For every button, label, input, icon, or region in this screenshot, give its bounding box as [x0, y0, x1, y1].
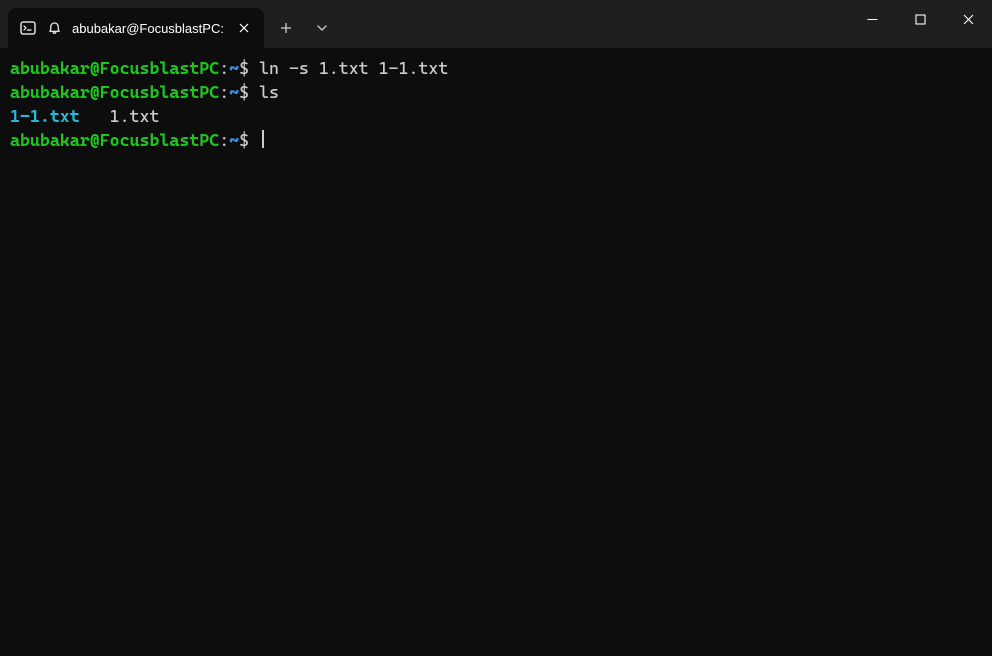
terminal-tab[interactable]: abubakar@FocusblastPC: [8, 8, 264, 48]
prompt-colon: : [219, 82, 229, 102]
cursor [262, 130, 264, 148]
prompt-path: ~ [229, 130, 239, 150]
tab-title: abubakar@FocusblastPC: [72, 21, 224, 36]
terminal-icon [20, 20, 36, 36]
prompt-path: ~ [229, 82, 239, 102]
prompt-dollar: $ [239, 130, 249, 150]
command-text: ls [259, 82, 279, 102]
prompt-colon: : [219, 130, 229, 150]
minimize-button[interactable] [848, 0, 896, 48]
prompt-dollar: $ [239, 58, 249, 78]
prompt-user: abubakar@FocusblastPC [10, 58, 219, 78]
prompt-path: ~ [229, 58, 239, 78]
terminal-line: abubakar@FocusblastPC:~$ ls [10, 80, 982, 104]
bell-icon [46, 20, 62, 36]
titlebar-drag-area[interactable] [340, 0, 848, 48]
file-spacer [80, 106, 110, 126]
prompt-colon: : [219, 58, 229, 78]
command-text: ln -s 1.txt 1-1.txt [259, 58, 448, 78]
tab-dropdown-button[interactable] [304, 8, 340, 48]
ls-output-line: 1-1.txt 1.txt [10, 104, 982, 128]
close-button[interactable] [944, 0, 992, 48]
ls-file-entry: 1.txt [110, 106, 160, 126]
prompt-user: abubakar@FocusblastPC [10, 130, 219, 150]
new-tab-button[interactable] [268, 8, 304, 48]
window-controls [848, 0, 992, 48]
tab-close-button[interactable] [234, 18, 254, 38]
tab-actions [268, 0, 340, 48]
terminal-body[interactable]: abubakar@FocusblastPC:~$ ln -s 1.txt 1-1… [0, 48, 992, 160]
maximize-button[interactable] [896, 0, 944, 48]
titlebar: abubakar@FocusblastPC: [0, 0, 992, 48]
terminal-line: abubakar@FocusblastPC:~$ [10, 128, 982, 152]
ls-symlink-entry: 1-1.txt [10, 106, 80, 126]
prompt-user: abubakar@FocusblastPC [10, 82, 219, 102]
terminal-line: abubakar@FocusblastPC:~$ ln -s 1.txt 1-1… [10, 56, 982, 80]
tab-area: abubakar@FocusblastPC: [0, 0, 264, 48]
prompt-dollar: $ [239, 82, 249, 102]
